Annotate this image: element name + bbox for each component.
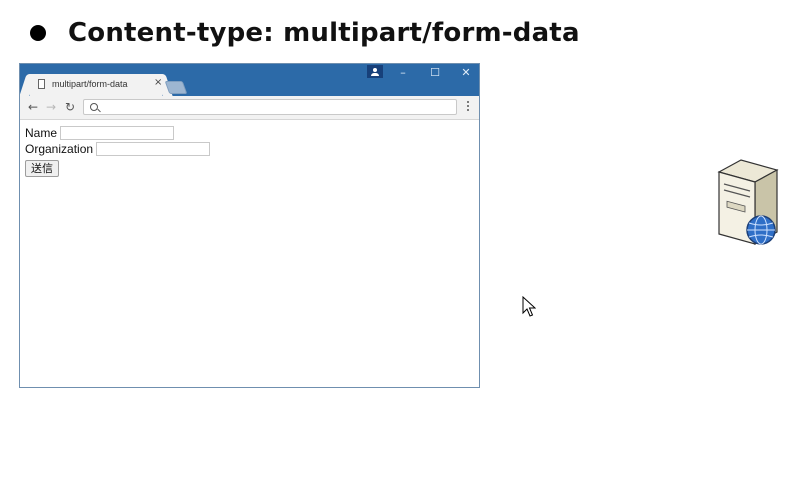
organization-row: Organization (25, 142, 210, 156)
mouse-cursor-icon (522, 296, 536, 317)
name-field[interactable] (60, 126, 174, 140)
name-label: Name (25, 126, 58, 140)
organization-label: Organization (25, 142, 94, 156)
page-content: Name Organization 送信 (20, 121, 479, 387)
browser-titlebar: multipart/form-data × – ☐ ✕ (20, 64, 479, 96)
web-server-icon (717, 159, 779, 246)
tab-title: multipart/form-data (52, 79, 128, 89)
maximize-button[interactable]: ☐ (428, 66, 442, 80)
back-button[interactable]: ← (26, 100, 40, 114)
name-row: Name (25, 126, 174, 140)
bullet-dot (30, 25, 46, 41)
forward-button[interactable]: → (44, 100, 58, 114)
reload-button[interactable]: ↻ (63, 100, 77, 114)
minimize-button[interactable]: – (396, 66, 410, 80)
new-tab-button[interactable] (164, 81, 188, 94)
address-bar[interactable] (83, 99, 457, 115)
menu-kebab-icon[interactable] (467, 101, 470, 115)
browser-toolbar: ← → ↻ (20, 96, 479, 120)
submit-button[interactable]: 送信 (25, 160, 59, 177)
tab-multipart-form-data[interactable]: multipart/form-data × (30, 74, 162, 96)
tab-close-icon[interactable]: × (154, 77, 162, 88)
organization-field[interactable] (96, 142, 210, 156)
slide-title: Content-type: multipart/form-data (30, 18, 580, 48)
profile-body (371, 73, 379, 76)
close-window-button[interactable]: ✕ (459, 66, 473, 80)
profile-icon[interactable] (367, 65, 383, 78)
slide-heading: Content-type: multipart/form-data (68, 18, 580, 48)
profile-head (373, 68, 377, 72)
search-icon (90, 103, 98, 111)
browser-window: multipart/form-data × – ☐ ✕ ← → ↻ Name O… (19, 63, 480, 388)
page-icon (38, 79, 45, 89)
